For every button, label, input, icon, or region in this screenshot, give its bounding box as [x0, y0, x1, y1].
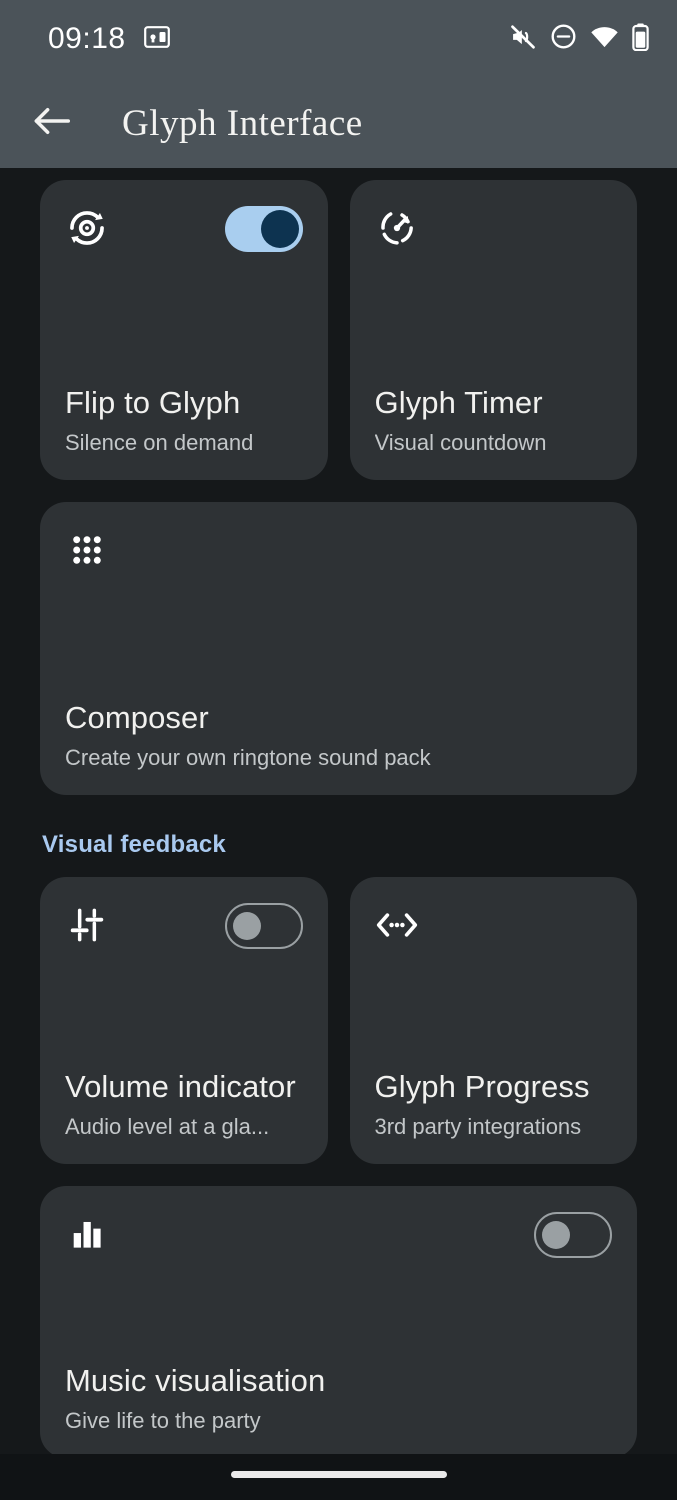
card-header: [65, 903, 303, 949]
section-header-visual-feedback: Visual feedback: [42, 831, 226, 858]
card-row-2: Composer Create your own ringtone sound …: [40, 502, 637, 795]
status-bar-left: 09:18: [48, 22, 170, 56]
back-arrow-icon: [33, 106, 71, 141]
app-bar: Glyph Interface: [0, 78, 677, 168]
card-row-3: Volume indicator Audio level at a gla...: [40, 877, 637, 1164]
battery-icon: [632, 22, 649, 56]
card-body: Composer Create your own ringtone sound …: [65, 698, 612, 773]
card-subtitle: Silence on demand: [65, 430, 254, 456]
toggle-knob: [260, 210, 299, 248]
timer-progress-icon: [375, 206, 419, 250]
card-header: [65, 528, 612, 574]
do-not-disturb-icon: [550, 23, 577, 55]
toggle-flip-to-glyph[interactable]: [224, 206, 303, 252]
sliders-icon: [65, 903, 109, 947]
page-title: Glyph Interface: [122, 102, 363, 144]
card-glyph-timer[interactable]: Glyph Timer Visual countdown: [349, 180, 637, 480]
grid-dots-icon: [65, 528, 109, 572]
flip-rotate-icon: [65, 206, 109, 250]
card-volume-indicator[interactable]: Volume indicator Audio level at a gla...: [40, 877, 328, 1164]
gesture-nav-bar: [0, 1454, 677, 1500]
card-subtitle: Visual countdown: [374, 430, 547, 456]
card-title: Composer: [65, 699, 209, 735]
card-body: Music visualisation Give life to the par…: [65, 1361, 612, 1436]
card-glyph-progress[interactable]: Glyph Progress 3rd party integrations: [349, 877, 637, 1164]
card-row-4: Music visualisation Give life to the par…: [40, 1186, 637, 1454]
phone-screen: 09:18 Glyph Interface Flip to Glyph Sile…: [0, 0, 677, 1500]
card-header: [375, 903, 613, 949]
card-body: Volume indicator Audio level at a gla...: [65, 1067, 303, 1142]
card-title: Glyph Timer: [374, 384, 543, 420]
card-header: [65, 206, 303, 252]
status-bar: 09:18: [0, 0, 677, 78]
card-body: Flip to Glyph Silence on demand: [65, 383, 303, 458]
card-title: Glyph Progress: [374, 1068, 590, 1104]
card-title: Music visualisation: [65, 1362, 326, 1398]
card-subtitle: 3rd party integrations: [374, 1114, 582, 1140]
card-subtitle: Give life to the party: [65, 1408, 261, 1434]
wifi-icon: [590, 25, 619, 54]
card-music-visualisation[interactable]: Music visualisation Give life to the par…: [40, 1186, 637, 1454]
cast-icon: [143, 25, 170, 53]
home-gesture-pill[interactable]: [230, 1470, 447, 1478]
card-subtitle: Audio level at a gla...: [65, 1114, 270, 1140]
toggle-music-visualisation[interactable]: [534, 1212, 612, 1258]
toggle-volume-indicator[interactable]: [224, 903, 303, 949]
card-flip-to-glyph[interactable]: Flip to Glyph Silence on demand: [40, 180, 328, 480]
card-composer[interactable]: Composer Create your own ringtone sound …: [40, 502, 637, 795]
code-brackets-icon: [375, 903, 419, 947]
toggle-knob: [232, 912, 261, 940]
card-body: Glyph Timer Visual countdown: [375, 383, 613, 458]
toggle-knob: [542, 1221, 570, 1249]
settings-content: Flip to Glyph Silence on demand Glyph Ti…: [0, 168, 677, 1454]
back-button[interactable]: [24, 95, 80, 151]
card-title: Volume indicator: [65, 1068, 296, 1104]
card-title: Flip to Glyph: [65, 384, 241, 420]
card-header: [65, 1212, 612, 1258]
bar-chart-icon: [65, 1212, 109, 1256]
card-header: [375, 206, 613, 252]
card-body: Glyph Progress 3rd party integrations: [375, 1067, 613, 1142]
status-bar-clock: 09:18: [48, 22, 126, 55]
status-bar-right: [509, 22, 649, 56]
card-subtitle: Create your own ringtone sound pack: [65, 745, 431, 771]
card-row-1: Flip to Glyph Silence on demand Glyph Ti…: [40, 180, 637, 480]
ringer-mute-icon: [509, 23, 537, 56]
